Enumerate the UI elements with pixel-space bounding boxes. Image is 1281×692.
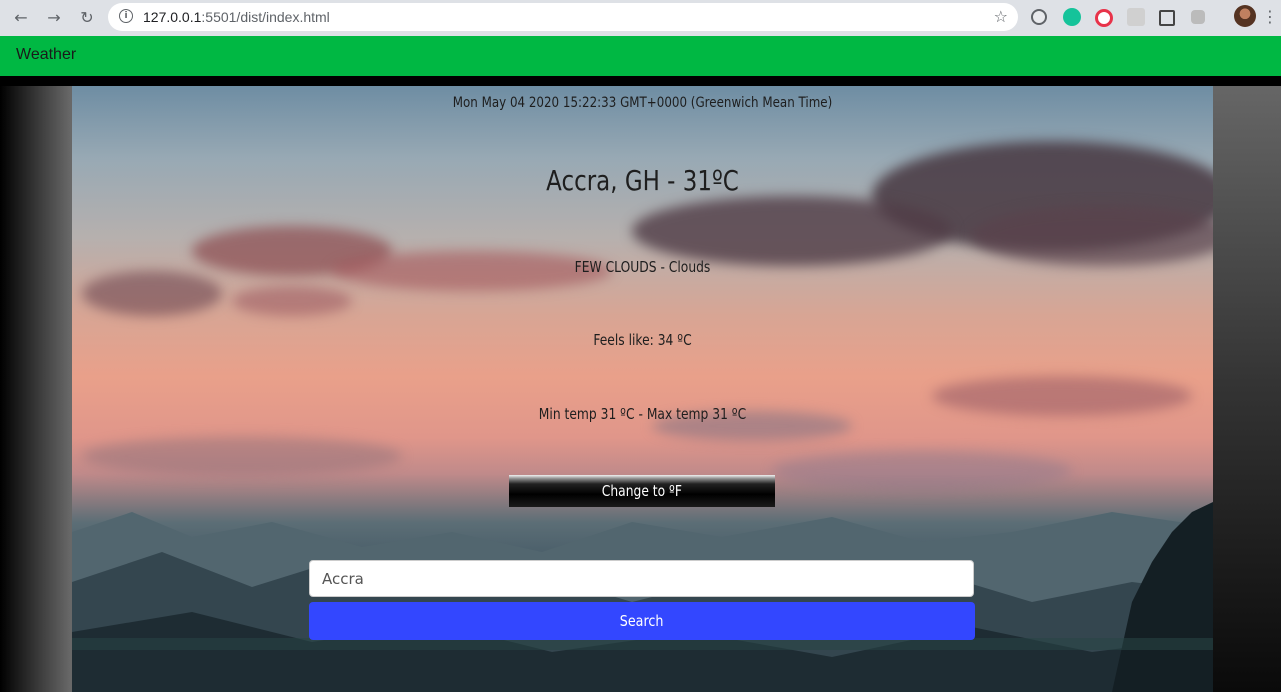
avatar[interactable] (1234, 5, 1256, 27)
extension-icon[interactable] (1191, 10, 1205, 24)
url-text[interactable]: 127.0.0.1:5501/dist/index.html (143, 9, 330, 25)
extension-icon[interactable] (1031, 9, 1047, 25)
min-max-temperature: Min temp 31 ºC - Max temp 31 ºC (538, 405, 747, 423)
screenshot-icon[interactable] (1159, 10, 1175, 26)
extension-icon[interactable] (1095, 9, 1113, 27)
reload-icon[interactable]: ↻ (76, 6, 98, 28)
url-host: 127.0.0.1 (143, 9, 202, 25)
address-bar[interactable]: i 127.0.0.1:5501/dist/index.html ☆ (108, 3, 1018, 31)
search-button[interactable]: Search (309, 602, 975, 640)
app-navbar: Weather (0, 36, 1281, 76)
menu-icon[interactable]: ⋮ (1262, 7, 1278, 26)
weather-description: FEW CLOUDS - Clouds (574, 258, 711, 276)
change-unit-button[interactable]: Change to ºF (509, 475, 775, 507)
site-info-icon[interactable]: i (119, 9, 133, 23)
star-icon[interactable]: ☆ (994, 7, 1008, 26)
browser-toolbar: ← → ↻ i 127.0.0.1:5501/dist/index.html ☆… (0, 0, 1281, 36)
change-unit-label: Change to ºF (601, 482, 683, 500)
location-temperature: Accra, GH - 31ºC (546, 164, 739, 197)
current-datetime: Mon May 04 2020 15:22:33 GMT+0000 (Green… (452, 95, 833, 111)
grammarly-icon[interactable] (1063, 8, 1081, 26)
brand-title[interactable]: Weather (16, 46, 76, 64)
arrow-left-icon[interactable]: ← (10, 6, 32, 28)
city-search-input[interactable] (309, 560, 974, 597)
weather-card: Mon May 04 2020 15:22:33 GMT+0000 (Green… (72, 86, 1213, 646)
search-button-label: Search (620, 612, 664, 630)
url-path: :5501/dist/index.html (201, 9, 330, 25)
arrow-right-icon[interactable]: → (43, 6, 65, 28)
feels-like: Feels like: 34 ºC (593, 331, 692, 349)
page-background-right (1213, 86, 1281, 692)
extension-icon[interactable] (1127, 8, 1145, 26)
